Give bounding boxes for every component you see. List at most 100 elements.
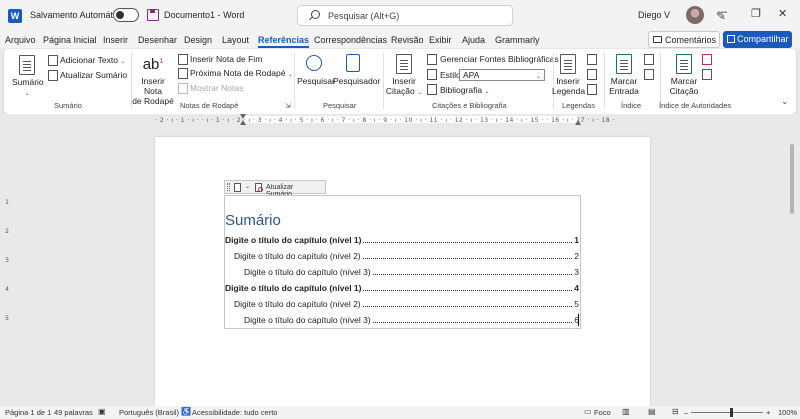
toc-entry[interactable]: Digite o título do capítulo (nível 3) 3 — [244, 265, 579, 277]
update-table-of-authorities-icon[interactable] — [702, 69, 712, 80]
toc-entry[interactable]: Digite o título do capítulo (nível 1) 4 — [225, 281, 579, 293]
tab-revisao[interactable]: Revisão — [391, 35, 424, 45]
insert-table-of-authorities-icon[interactable] — [702, 54, 712, 65]
group-label-legendas: Legendas — [562, 101, 595, 110]
insert-citation-icon — [396, 54, 412, 74]
bibliography-button[interactable]: Bibliografia ⌄ — [440, 85, 489, 95]
word-logo-icon: W — [8, 9, 22, 23]
search-box[interactable]: Pesquisar (Alt+G) — [297, 5, 513, 26]
tab-design[interactable]: Design — [184, 35, 212, 45]
insert-index-icon[interactable] — [644, 54, 654, 65]
toc-title[interactable]: Sumário — [225, 212, 281, 229]
update-table-button[interactable]: Atualizar Sumário — [60, 70, 127, 80]
word-count[interactable]: 49 palavras — [54, 408, 93, 417]
dialog-launcher-icon[interactable]: ⇲ — [285, 102, 291, 110]
proofing-icon[interactable]: ▣ — [98, 407, 106, 416]
tab-correspondencias[interactable]: Correspondências — [314, 35, 387, 45]
separator — [383, 53, 384, 109]
show-notes-icon — [178, 83, 188, 94]
show-notes-button[interactable]: Mostrar Notas — [190, 83, 243, 93]
tab-inserir[interactable]: Inserir — [103, 35, 128, 45]
tab-pagina-inicial[interactable]: Página Inicial — [43, 35, 97, 45]
close-icon[interactable]: ✕ — [778, 7, 787, 20]
insert-citation-button[interactable]: Inserir Citação ⌄ — [385, 76, 423, 98]
researcher-icon — [346, 54, 360, 72]
tab-exibir[interactable]: Exibir — [429, 35, 452, 45]
zoom-level[interactable]: 100% — [778, 408, 797, 417]
toc-entry[interactable]: Digite o título do capítulo (nível 3) 6 — [244, 313, 579, 325]
tab-grammarly[interactable]: Grammarly — [495, 35, 540, 45]
next-footnote-icon — [178, 68, 188, 79]
tab-layout[interactable]: Layout — [222, 35, 249, 45]
read-mode-icon[interactable]: ▥ — [622, 407, 630, 416]
share-button[interactable]: Compartilhar — [723, 31, 792, 48]
autosave-toggle[interactable] — [113, 8, 139, 22]
minimize-icon[interactable]: – — [721, 6, 727, 18]
separator — [604, 53, 605, 109]
pesquisador-button[interactable]: Pesquisador — [333, 76, 380, 86]
footnote-icon: ab1 — [142, 56, 164, 73]
group-label-sumario: Sumário — [54, 101, 82, 110]
style-icon — [427, 69, 437, 80]
drag-handle-icon[interactable] — [227, 183, 230, 191]
toc-entry[interactable]: Digite o título do capítulo (nível 1) 1 — [225, 233, 579, 245]
group-label-pesquisar: Pesquisar — [323, 101, 357, 110]
page-count[interactable]: Página 1 de 1 — [5, 408, 51, 417]
web-layout-icon[interactable]: ⊟ — [672, 407, 679, 416]
tab-ajuda[interactable]: Ajuda — [462, 35, 485, 45]
update-table-icon — [255, 183, 263, 192]
hanging-indent-marker[interactable] — [240, 120, 246, 125]
update-index-icon[interactable] — [644, 69, 654, 80]
comments-button[interactable]: Comentários — [648, 31, 720, 48]
first-line-indent-marker[interactable] — [240, 114, 246, 119]
next-footnote-button[interactable]: Próxima Nota de Rodapé ⌄ — [190, 68, 293, 78]
citation-style-select[interactable]: APA ⌄ — [459, 69, 545, 81]
manage-sources-button[interactable]: Gerenciar Fontes Bibliográficas — [440, 54, 559, 64]
vertical-ruler: 1 2 3 4 5 — [5, 199, 9, 322]
insert-footnote-button[interactable]: Inserir Nota de Rodapé — [132, 76, 174, 106]
save-icon[interactable] — [147, 9, 159, 21]
zoom-slider-thumb[interactable] — [730, 408, 733, 417]
pesquisar-button[interactable]: Pesquisar — [297, 76, 335, 86]
tab-referencias[interactable]: Referências — [258, 35, 310, 48]
add-text-button[interactable]: Adicionar Texto ⌄ — [60, 55, 125, 65]
accessibility-icon: ♿ — [181, 407, 191, 416]
language[interactable]: Português (Brasil) — [119, 408, 179, 417]
vertical-scrollbar[interactable] — [787, 124, 797, 407]
document-title: Documento1 - Word — [164, 10, 245, 20]
insert-caption-icon — [560, 54, 576, 74]
zoom-out-icon[interactable]: – — [684, 408, 688, 417]
collapse-ribbon-icon[interactable]: ⌄ — [781, 96, 789, 107]
mark-entry-button[interactable]: Marcar Entrada — [607, 76, 641, 96]
accessibility-status[interactable]: Acessibilidade: tudo certo — [192, 408, 277, 417]
tab-arquivo[interactable]: Arquivo — [5, 35, 36, 45]
insert-endnote-button[interactable]: Inserir Nota de Fim — [190, 54, 262, 64]
restore-icon[interactable]: ❐ — [751, 7, 761, 20]
focus-button[interactable]: Foco — [594, 408, 611, 417]
insert-caption-button[interactable]: Inserir Legenda — [552, 76, 585, 96]
separator — [294, 53, 295, 109]
mark-citation-button[interactable]: Marcar Citação — [667, 76, 701, 96]
mark-citation-icon — [676, 54, 692, 74]
search-icon — [311, 10, 320, 19]
chevron-down-icon[interactable]: ⌄ — [245, 183, 250, 190]
search-placeholder: Pesquisar (Alt+G) — [328, 11, 400, 21]
toc-entry[interactable]: Digite o título do capítulo (nível 2) 2 — [234, 249, 579, 261]
toc-entry[interactable]: Digite o título do capítulo (nível 2) 5 — [234, 297, 579, 309]
user-name[interactable]: Diego V — [638, 10, 670, 20]
avatar[interactable] — [686, 6, 704, 24]
zoom-slider[interactable] — [691, 412, 763, 413]
table-of-figures-icon[interactable] — [587, 54, 597, 65]
print-layout-icon[interactable]: ▤ — [648, 407, 656, 416]
toc-menu-icon[interactable] — [234, 183, 241, 192]
endnote-icon — [178, 54, 188, 65]
update-figures-icon[interactable] — [587, 69, 597, 80]
cross-reference-icon[interactable] — [587, 84, 597, 95]
right-indent-marker[interactable] — [575, 120, 581, 125]
sumario-button[interactable]: Sumário ⌄ — [12, 77, 44, 99]
zoom-in-icon[interactable]: + — [766, 408, 770, 417]
bibliography-icon — [427, 84, 437, 95]
scrollbar-thumb[interactable] — [790, 144, 794, 214]
status-bar: Página 1 de 1 49 palavras ▣ Português (B… — [0, 406, 800, 419]
tab-desenhar[interactable]: Desenhar — [138, 35, 177, 45]
